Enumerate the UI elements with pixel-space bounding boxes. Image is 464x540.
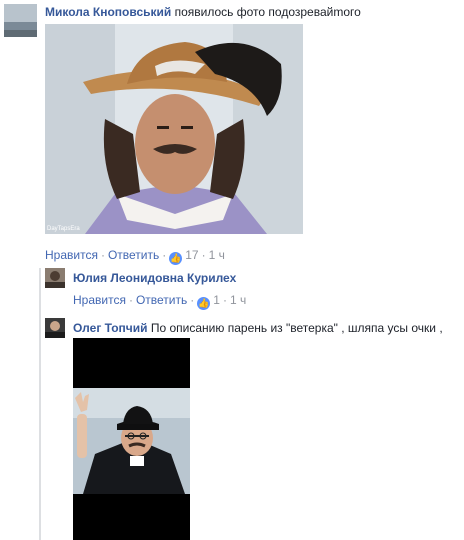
comment-author[interactable]: Юлия Леонидовна Курилех (73, 271, 236, 285)
like-count[interactable]: 1 (213, 293, 220, 307)
thumbs-up-icon[interactable]: 👍 (197, 297, 211, 310)
reply-link[interactable]: Ответить (108, 248, 159, 262)
avatar[interactable] (45, 318, 65, 338)
comment-actions: Нравится · Ответить · 👍 17 · 1 ч (45, 248, 225, 265)
comment-photo[interactable]: DayTapsEra (45, 24, 303, 234)
avatar[interactable] (45, 268, 65, 288)
comment-actions: Нравится · Ответить · 👍 1 · 1 ч (73, 293, 247, 310)
timestamp[interactable]: 1 ч (230, 293, 246, 307)
like-link[interactable]: Нравится (45, 248, 98, 262)
thumbs-up-icon[interactable]: 👍 (169, 252, 183, 265)
comment-photo[interactable] (73, 338, 190, 540)
like-link[interactable]: Нравится (73, 293, 126, 307)
timestamp[interactable]: 1 ч (209, 248, 225, 262)
photo-watermark: DayTapsEra (47, 226, 80, 232)
comment-author[interactable]: Микола Кноповський (45, 5, 171, 19)
like-count[interactable]: 17 (185, 248, 198, 262)
reply-thread-line (39, 268, 41, 540)
comment-text: По описанию парень из "ветерка" , шляпа … (150, 321, 443, 335)
reply-link[interactable]: Ответить (136, 293, 187, 307)
comment-text: появилось фото подозревайmого (174, 5, 361, 19)
avatar[interactable] (4, 4, 37, 37)
comment-author[interactable]: Олег Топчий (73, 321, 148, 335)
